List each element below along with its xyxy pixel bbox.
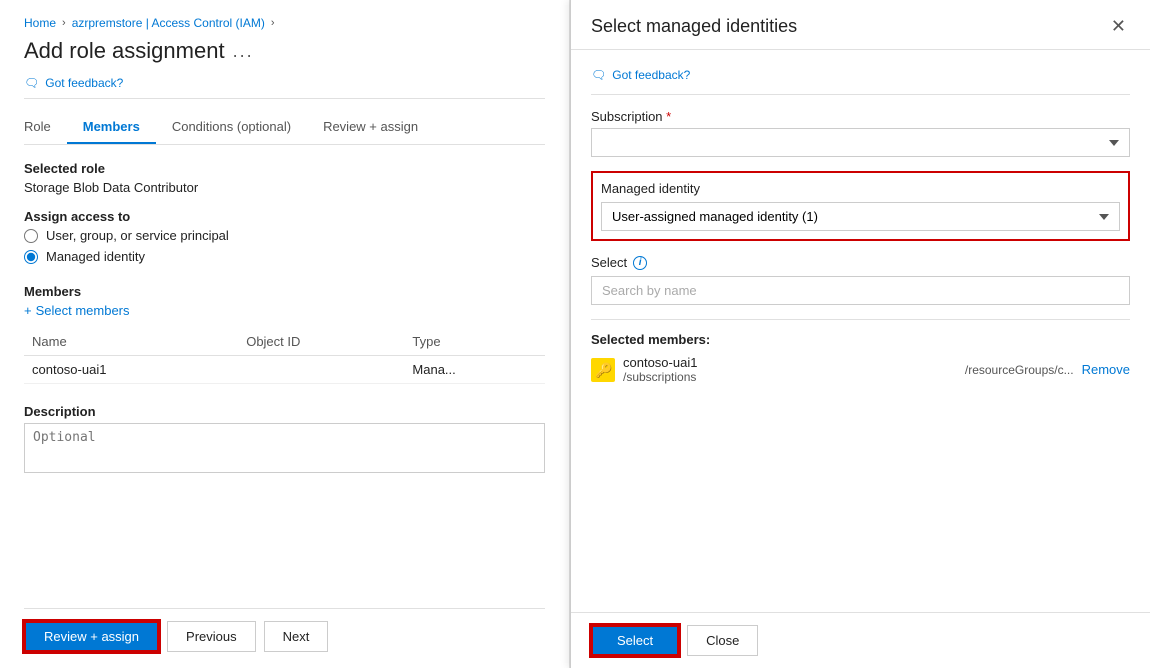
member-path: /subscriptions	[623, 370, 697, 384]
left-panel: Home › azrpremstore | Access Control (IA…	[0, 0, 570, 668]
remove-member-button[interactable]: Remove	[1082, 362, 1130, 377]
col-object-id: Object ID	[238, 328, 404, 356]
assign-access-label: Assign access to	[24, 209, 545, 224]
more-options-icon[interactable]: ...	[233, 41, 254, 62]
radio-managed-identity-label: Managed identity	[46, 249, 145, 264]
breadcrumb-sep2: ›	[271, 17, 275, 29]
page-title: Add role assignment	[24, 38, 225, 64]
radio-user-group-input[interactable]	[24, 229, 38, 243]
feedback-bar[interactable]: 🗨 Got feedback?	[24, 68, 545, 99]
member-name-path: contoso-uai1 /subscriptions	[623, 355, 697, 384]
tab-members[interactable]: Members	[67, 111, 156, 144]
selected-members-section: Selected members: 🔑 contoso-uai1 /subscr…	[591, 319, 1130, 392]
previous-button[interactable]: Previous	[167, 621, 256, 652]
radio-user-group[interactable]: User, group, or service principal	[24, 228, 545, 243]
page-title-container: Add role assignment ...	[24, 38, 545, 64]
tab-review[interactable]: Review + assign	[307, 111, 434, 144]
panel-feedback[interactable]: 🗨 Got feedback?	[591, 62, 1130, 95]
footer-buttons: Review + assign Previous Next	[24, 608, 545, 652]
panel-body: 🗨 Got feedback? Subscription * Managed i…	[571, 50, 1150, 612]
right-panel: Select managed identities ✕ 🗨 Got feedba…	[570, 0, 1150, 668]
members-table: Name Object ID Type contoso-uai1 Mana...	[24, 328, 545, 384]
member-objectid-cell	[238, 356, 404, 384]
next-button[interactable]: Next	[264, 621, 329, 652]
search-input[interactable]	[591, 276, 1130, 305]
panel-close-button[interactable]: Close	[687, 625, 758, 656]
radio-managed-identity-input[interactable]	[24, 250, 38, 264]
review-assign-button[interactable]: Review + assign	[24, 621, 159, 652]
tab-conditions[interactable]: Conditions (optional)	[156, 111, 307, 144]
panel-select-button[interactable]: Select	[591, 625, 679, 656]
add-members-button[interactable]: + Select members	[24, 303, 545, 318]
panel-feedback-text[interactable]: Got feedback?	[612, 68, 690, 82]
description-input[interactable]	[24, 423, 545, 473]
subscription-dropdown[interactable]	[591, 128, 1130, 157]
managed-identity-label: Managed identity	[601, 181, 1120, 196]
description-section: Description	[24, 404, 545, 608]
close-button[interactable]: ✕	[1107, 16, 1130, 37]
panel-feedback-icon: 🗨	[591, 68, 606, 82]
subscription-label: Subscription *	[591, 109, 1130, 124]
managed-identity-group: Managed identity User-assigned managed i…	[591, 171, 1130, 241]
add-members-label: Select members	[36, 303, 130, 318]
info-icon: i	[633, 256, 647, 270]
tab-role[interactable]: Role	[24, 111, 67, 144]
managed-identity-dropdown[interactable]: User-assigned managed identity (1)	[601, 202, 1120, 231]
radio-managed-identity[interactable]: Managed identity	[24, 249, 545, 264]
member-name-cell: contoso-uai1	[24, 356, 238, 384]
col-type: Type	[404, 328, 545, 356]
select-label-row: Select i	[591, 255, 1130, 270]
breadcrumb: Home › azrpremstore | Access Control (IA…	[24, 16, 545, 30]
breadcrumb-store[interactable]: azrpremstore | Access Control (IAM)	[72, 16, 265, 30]
description-label: Description	[24, 404, 545, 419]
member-name: contoso-uai1	[623, 355, 697, 370]
feedback-text[interactable]: Got feedback?	[45, 76, 123, 90]
selected-role-value: Storage Blob Data Contributor	[24, 180, 545, 195]
selected-member-info: 🔑 contoso-uai1 /subscriptions	[591, 355, 828, 384]
panel-footer: Select Close	[571, 612, 1150, 668]
breadcrumb-home[interactable]: Home	[24, 16, 56, 30]
radio-user-group-label: User, group, or service principal	[46, 228, 229, 243]
breadcrumb-sep1: ›	[62, 17, 66, 29]
subscription-required: *	[666, 109, 671, 124]
assign-access-group: User, group, or service principal Manage…	[24, 228, 545, 270]
table-row: contoso-uai1 Mana...	[24, 356, 545, 384]
selected-members-label: Selected members:	[591, 332, 1130, 347]
selected-member-row: 🔑 contoso-uai1 /subscriptions /resourceG…	[591, 355, 1130, 384]
members-section: Members + Select members Name Object ID …	[24, 284, 545, 384]
select-field-label: Select	[591, 255, 627, 270]
member-resource: /resourceGroups/c...	[836, 363, 1073, 377]
members-label: Members	[24, 284, 545, 299]
add-icon: +	[24, 303, 32, 318]
feedback-icon: 🗨	[24, 76, 39, 90]
tab-bar: Role Members Conditions (optional) Revie…	[24, 111, 545, 145]
panel-header: Select managed identities ✕	[571, 0, 1150, 50]
svg-text:🔑: 🔑	[595, 361, 613, 379]
panel-title: Select managed identities	[591, 16, 797, 37]
selected-role-label: Selected role	[24, 161, 545, 176]
col-name: Name	[24, 328, 238, 356]
member-type-cell: Mana...	[404, 356, 545, 384]
member-key-icon: 🔑	[591, 358, 615, 382]
